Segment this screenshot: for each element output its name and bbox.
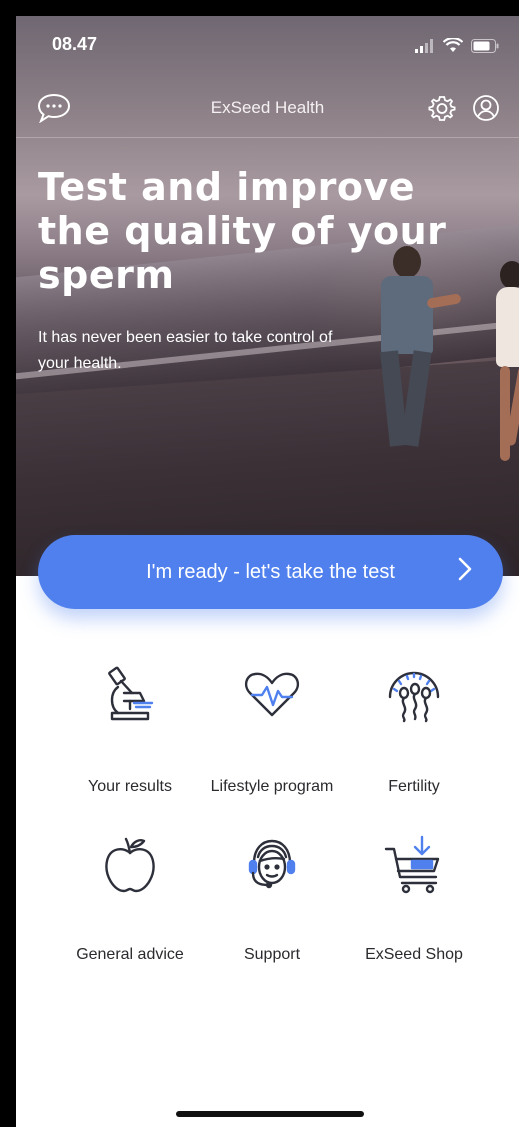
cart-icon xyxy=(379,830,449,900)
settings-button[interactable] xyxy=(424,90,460,126)
microscope-icon xyxy=(95,660,165,730)
status-bar: 08.47 xyxy=(16,16,519,74)
home-indicator[interactable] xyxy=(176,1111,364,1117)
heartbeat-icon xyxy=(237,660,307,730)
take-test-button[interactable]: I'm ready - let's take the test xyxy=(38,535,503,609)
tile-label: ExSeed Shop xyxy=(365,946,463,963)
profile-button[interactable] xyxy=(468,90,504,126)
hero-subline: It has never been easier to take control… xyxy=(38,329,333,372)
tile-label: General advice xyxy=(76,946,184,963)
tile-label: Lifestyle program xyxy=(210,778,334,795)
tile-label: Your results xyxy=(88,778,172,795)
status-time: 08.47 xyxy=(52,34,98,54)
status-icons xyxy=(415,38,499,53)
profile-icon xyxy=(473,95,499,121)
nav-bar: ExSeed Health xyxy=(16,76,519,138)
tile-support[interactable]: Support xyxy=(192,830,352,1000)
app-screen: 08.47 ExSeed Health Test and improve the… xyxy=(0,0,519,1127)
chevron-right-icon xyxy=(457,556,473,588)
apple-icon xyxy=(95,830,165,900)
headset-icon xyxy=(237,830,307,900)
tile-your-results[interactable]: Your results xyxy=(50,640,210,810)
hero-headline: Test and improve the quality of your spe… xyxy=(38,165,447,297)
tile-lifestyle-program[interactable]: Lifestyle program xyxy=(192,640,352,810)
device-frame-top xyxy=(0,0,519,16)
tile-general-advice[interactable]: General advice xyxy=(50,830,210,1000)
woman-figure xyxy=(486,261,519,471)
battery-icon xyxy=(471,38,499,53)
tile-label: Support xyxy=(243,946,301,963)
tile-label: Fertility xyxy=(388,778,440,795)
tile-exseed-shop[interactable]: ExSeed Shop xyxy=(334,830,494,1000)
device-frame-left xyxy=(0,0,16,1127)
take-test-label: I'm ready - let's take the test xyxy=(146,560,395,583)
sperm-icon xyxy=(379,660,449,730)
tile-fertility[interactable]: Fertility xyxy=(334,640,494,810)
gear-icon xyxy=(428,96,456,121)
signal-icon xyxy=(415,38,433,53)
wifi-icon xyxy=(443,38,463,52)
